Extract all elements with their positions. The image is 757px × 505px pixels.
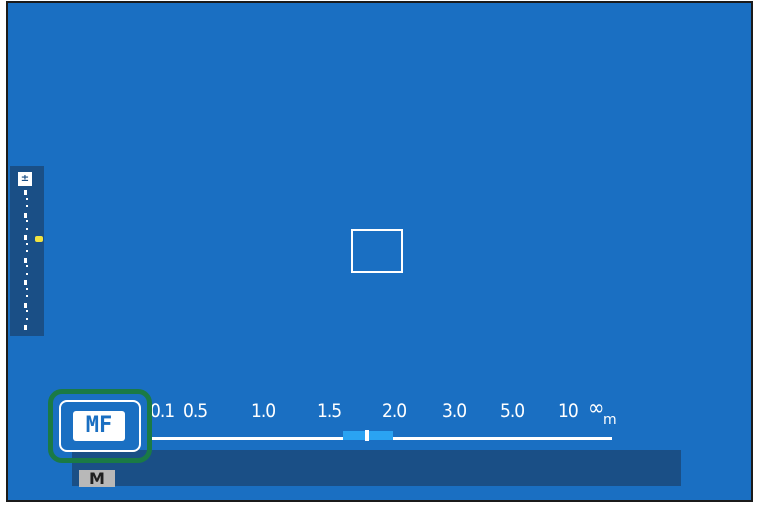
exposure-tick [24,280,27,285]
focus-distance-scale: m 0.1 0.5 1.0 1.5 2.0 3.0 5.0 10 ∞ [150,396,630,428]
exposure-tick [26,295,28,297]
shooting-mode-badge: M [79,470,115,487]
exposure-compensation-icon: ± [18,172,32,186]
exposure-tick [26,242,28,245]
exposure-tick [24,235,27,240]
exposure-tick [26,250,28,252]
exposure-tick [24,325,27,330]
focus-mode-badge[interactable]: MF [73,411,125,441]
info-strip [72,450,681,486]
exposure-tick [24,190,27,195]
exposure-tick [26,265,28,267]
distance-label: 0.1 [150,400,175,422]
distance-label: 10 [558,400,579,422]
exposure-tick [24,302,27,308]
exposure-tick [26,197,28,200]
distance-unit: m [603,412,617,428]
exposure-indicator [35,236,43,242]
exposure-tick [26,220,28,222]
exposure-tick [24,257,27,263]
distance-label: 5.0 [500,400,525,422]
distance-label: 0.5 [183,400,208,422]
exposure-tick [26,287,28,290]
distance-label: 1.5 [317,400,342,422]
exposure-tick [26,310,28,312]
distance-label: 2.0 [382,400,407,422]
focus-frame[interactable] [351,229,403,273]
exposure-scale [18,190,38,330]
exposure-tick [26,205,28,207]
focus-mode-highlight: MF [48,389,152,463]
exposure-tick [24,212,27,218]
distance-label: 1.0 [251,400,276,422]
distance-label: 3.0 [442,400,467,422]
focus-distance-marker [365,430,369,441]
exposure-tick [26,227,28,230]
exposure-compensation-panel: ± [10,166,44,336]
exposure-tick [26,317,28,320]
distance-label: ∞ [588,396,604,421]
exposure-tick [26,272,28,275]
